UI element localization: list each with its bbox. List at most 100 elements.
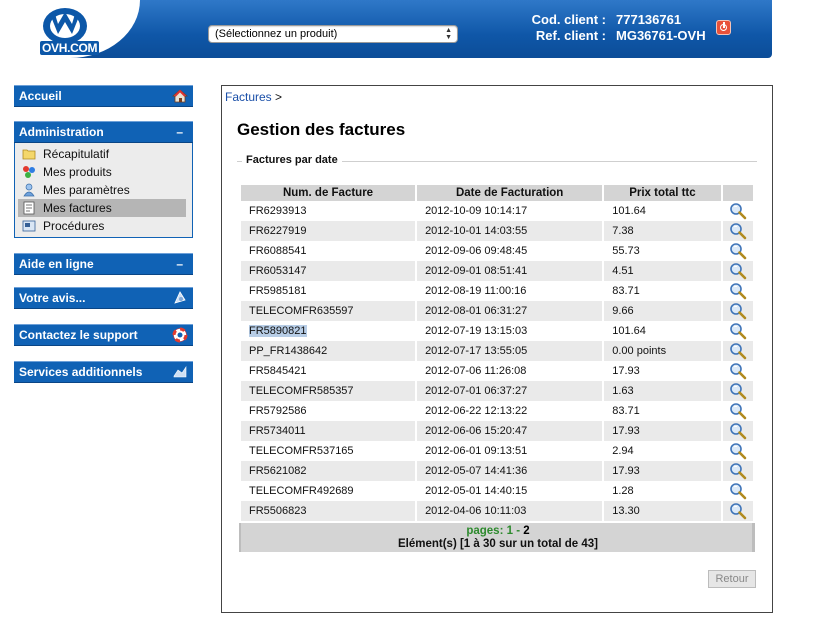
table-row[interactable]: FR6053147 2012-09-01 08:51:41 4.51 [241,261,753,281]
client-code-value: 777136761 [616,12,682,27]
column-header-action [722,185,753,201]
magnifier-icon[interactable] [729,502,747,520]
admin-item-label: Mes paramètres [43,183,130,197]
magnifier-icon[interactable] [729,342,747,360]
admin-item-recapitulatif[interactable]: Récapitulatif [18,145,186,163]
menu-administration[interactable]: Administration – [14,121,193,143]
magnifier-icon[interactable] [729,422,747,440]
invoice-date: 2012-06-01 09:13:51 [417,441,603,461]
content-panel: Factures > Gestion des factures Factures… [221,85,773,613]
admin-item-mes-produits[interactable]: Mes produits [18,163,186,181]
magnifier-icon[interactable] [729,302,747,320]
invoice-date: 2012-08-19 11:00:16 [417,281,603,301]
view-invoice-cell [722,441,753,461]
menu-services-additionnels[interactable]: Services additionnels [14,361,193,383]
collapse-icon[interactable]: – [176,254,183,274]
column-header-num[interactable]: Num. de Facture [241,185,416,201]
invoice-number: FR6088541 [249,245,307,257]
invoice-number-cell: FR5890821 [241,321,416,341]
menu-contactez-le-support[interactable]: Contactez le support [14,324,193,346]
menu-votre-avis[interactable]: Votre avis... [14,287,193,309]
admin-item-mes-parametres[interactable]: Mes paramètres [18,181,186,199]
invoice-date: 2012-09-06 09:48:45 [417,241,603,261]
invoice-number-cell: FR5792586 [241,401,416,421]
administration-panel: Administration – Récapitulatif Mes produ… [14,121,193,238]
invoice-number: TELECOMFR635597 [249,305,354,317]
table-row[interactable]: FR5621082 2012-05-07 14:41:36 17.93 [241,461,753,481]
admin-item-procedures[interactable]: Procédures [18,217,186,235]
invoice-price: 0.00 points [604,341,721,361]
table-row[interactable]: PP_FR1438642 2012-07-17 13:55:05 0.00 poin… [241,341,753,361]
magnifier-icon[interactable] [729,462,747,480]
admin-item-label: Mes factures [43,201,112,215]
breadcrumb-factures-link[interactable]: Factures [225,90,272,104]
retour-button[interactable]: Retour [708,570,756,588]
invoice-date: 2012-07-19 13:15:03 [417,321,603,341]
table-row[interactable]: FR5985181 2012-08-19 11:00:16 83.71 [241,281,753,301]
invoice-price: 55.73 [604,241,721,261]
view-invoice-cell [722,401,753,421]
invoice-number: FR6227919 [249,225,307,237]
invoice-number-cell: FR5621082 [241,461,416,481]
view-invoice-cell [722,501,753,521]
invoice-number: FR5792586 [249,405,307,417]
pager-page-current[interactable]: 1 [507,525,513,537]
invoice-table-body: FR6293913 2012-10-09 10:14:17 101.64 FR6227… [241,201,753,521]
magnifier-icon[interactable] [729,362,747,380]
magnifier-icon[interactable] [729,262,747,280]
collapse-icon[interactable]: – [176,122,183,142]
invoice-number-cell: FR6227919 [241,221,416,241]
table-row[interactable]: FR6293913 2012-10-09 10:14:17 101.64 [241,201,753,221]
table-row[interactable]: TELECOMFR635597 2012-08-01 06:31:27 9.66 [241,301,753,321]
view-invoice-cell [722,421,753,441]
magnifier-icon[interactable] [729,282,747,300]
invoice-date: 2012-08-01 06:31:27 [417,301,603,321]
table-row[interactable]: FR5890821 2012-07-19 13:15:03 101.64 [241,321,753,341]
magnifier-icon[interactable] [729,202,747,220]
table-row[interactable]: FR5792586 2012-06-22 12:13:22 83.71 [241,401,753,421]
client-ref-label: Ref. client : [535,28,606,43]
table-row[interactable]: TELECOMFR585357 2012-07-01 06:37:27 1.63 [241,381,753,401]
table-row[interactable]: FR5506823 2012-04-06 10:11:03 13.30 [241,501,753,521]
invoice-table: Num. de Facture Date de Facturation Prix… [239,185,755,521]
column-header-date[interactable]: Date de Facturation [417,185,603,201]
table-row[interactable]: TELECOMFR492689 2012-05-01 14:40:15 1.28 [241,481,753,501]
product-select[interactable]: (Sélectionnez un produit) ▲ ▼ [208,25,458,43]
table-row[interactable]: FR6088541 2012-09-06 09:48:45 55.73 [241,241,753,261]
menu-accueil[interactable]: Accueil [14,85,193,107]
magnifier-icon[interactable] [729,382,747,400]
magnifier-icon[interactable] [729,222,747,240]
admin-item-mes-factures[interactable]: Mes factures [18,199,186,217]
services-icon [173,366,187,378]
invoice-number-cell: FR6088541 [241,241,416,261]
invoice-date: 2012-09-01 08:51:41 [417,261,603,281]
magnifier-icon[interactable] [729,482,747,500]
view-invoice-cell [722,461,753,481]
folder-icon [22,149,36,160]
logout-power-icon[interactable] [716,20,731,35]
magnifier-icon[interactable] [729,442,747,460]
menu-services-label: Services additionnels [19,365,143,379]
invoice-number: PP_FR1438642 [249,345,328,357]
column-header-price[interactable]: Prix total ttc [604,185,721,201]
table-row[interactable]: FR5734011 2012-06-06 15:20:47 17.93 [241,421,753,441]
menu-aide-label: Aide en ligne [19,257,94,271]
invoice-date: 2012-07-01 06:37:27 [417,381,603,401]
invoice-price: 101.64 [604,321,721,341]
invoice-date: 2012-06-22 12:13:22 [417,401,603,421]
table-row[interactable]: FR5845421 2012-07-06 11:26:08 17.93 [241,361,753,381]
menu-aide-en-ligne[interactable]: Aide en ligne – [14,253,193,275]
magnifier-icon[interactable] [729,322,747,340]
invoice-number: FR6293913 [249,205,307,217]
view-invoice-cell [722,301,753,321]
admin-item-label: Mes produits [43,165,112,179]
invoice-icon [23,201,35,215]
pager-page-link[interactable]: 2 [523,525,529,537]
table-header-row: Num. de Facture Date de Facturation Prix… [241,185,753,201]
magnifier-icon[interactable] [729,242,747,260]
magnifier-icon[interactable] [729,402,747,420]
invoice-number: TELECOMFR537165 [249,445,354,457]
table-row[interactable]: TELECOMFR537165 2012-06-01 09:13:51 2.94 [241,441,753,461]
invoice-number-cell: TELECOMFR585357 [241,381,416,401]
table-row[interactable]: FR6227919 2012-10-01 14:03:55 7.38 [241,221,753,241]
